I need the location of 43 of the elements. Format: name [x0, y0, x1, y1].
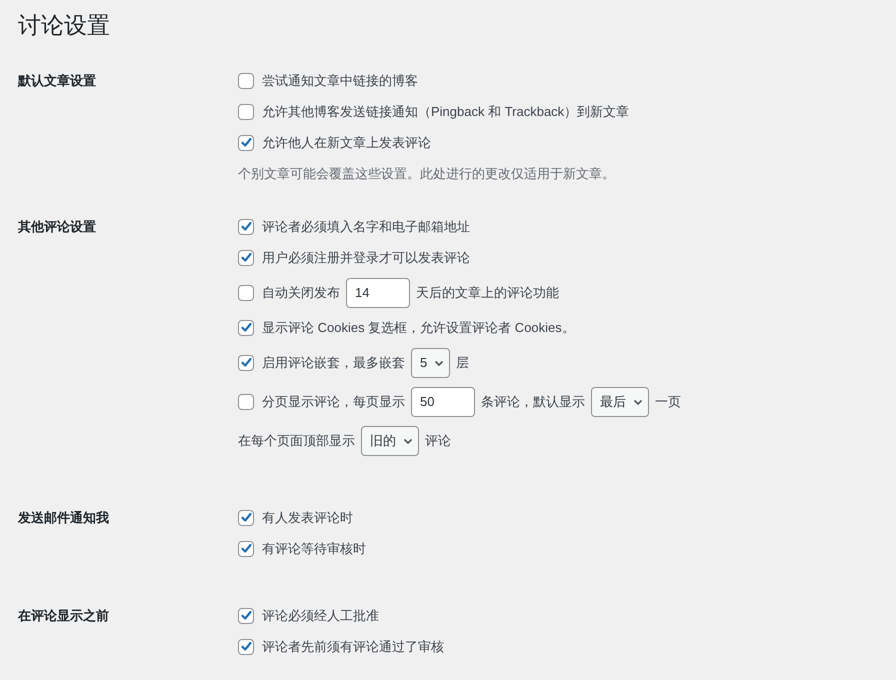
number-field[interactable]: 50 [411, 386, 475, 416]
checkbox[interactable] [238, 218, 254, 234]
option-label: 分页显示评论，每页显示 [262, 392, 405, 411]
checkbox[interactable] [238, 134, 254, 150]
checkbox[interactable] [238, 284, 254, 300]
option-label: 一页 [655, 392, 681, 411]
option-label: 评论者先前须有评论通过了审核 [262, 638, 444, 656]
section-label: 在评论显示之前 [18, 607, 110, 625]
option-label: 允许其他博客发送链接通知（Pingback 和 Trackback）到新文章 [262, 102, 630, 121]
checkbox[interactable] [238, 354, 254, 370]
option-label: 评论必须经人工批准 [262, 606, 379, 625]
checkbox[interactable] [238, 638, 254, 654]
dropdown[interactable]: 最后 [591, 386, 649, 416]
section-label: 默认文章设置 [18, 72, 97, 90]
option-label: 允许他人在新文章上发表评论 [262, 134, 431, 152]
section-label: 发送邮件通知我 [18, 509, 110, 527]
page-title: 讨论设置 [18, 11, 111, 40]
option-label: 启用评论嵌套，最多嵌套 [262, 354, 405, 372]
checkbox[interactable] [238, 72, 254, 88]
option-label: 尝试通知文章中链接的博客 [262, 72, 418, 90]
option-label: 显示评论 Cookies 复选框，允许设置评论者 Cookies。 [262, 318, 575, 337]
number-field[interactable]: 14 [346, 278, 410, 308]
dropdown[interactable]: 旧的 [361, 426, 419, 456]
checkbox[interactable] [238, 394, 254, 410]
option-label: 层 [456, 354, 470, 372]
option-label: 自动关闭发布 [262, 284, 340, 302]
checkbox[interactable] [238, 320, 254, 336]
dropdown[interactable]: 5 [411, 348, 450, 378]
checkbox[interactable] [238, 608, 254, 624]
section-label: 其他评论设置 [18, 218, 97, 236]
checkbox[interactable] [238, 250, 254, 266]
option-label: 评论 [425, 432, 451, 450]
checkbox[interactable] [238, 104, 254, 120]
checkbox[interactable] [238, 540, 254, 556]
option-label: 有评论等待审核时 [262, 540, 366, 558]
checkbox[interactable] [238, 510, 254, 526]
option-label: 天后的文章上的评论功能 [416, 284, 559, 302]
option-label: 有人发表评论时 [262, 508, 353, 527]
description-text: 个别文章可能会覆盖这些设置。此处进行的更改仅适用于新文章。 [238, 164, 615, 183]
option-label: 条评论，默认显示 [481, 392, 585, 411]
option-label: 用户必须注册并登录才可以发表评论 [262, 248, 470, 267]
option-label: 在每个页面顶部显示 [238, 432, 355, 450]
option-label: 评论者必须填入名字和电子邮箱地址 [262, 218, 470, 236]
